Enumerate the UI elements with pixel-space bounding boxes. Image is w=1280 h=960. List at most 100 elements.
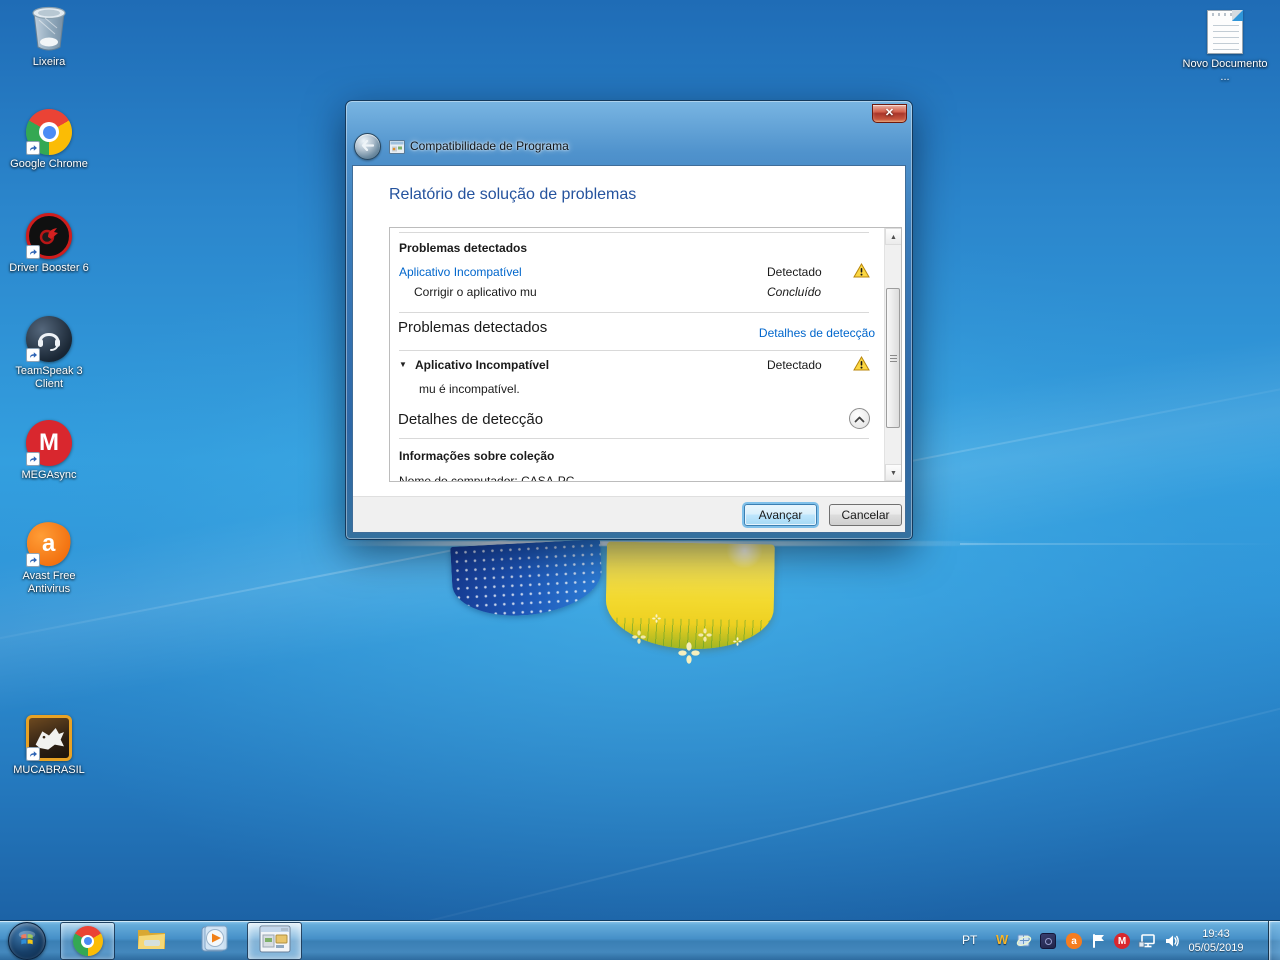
avast-tray-icon[interactable]: a xyxy=(1066,933,1082,949)
dialog-titlebar[interactable]: ✕ Compatibilidade de Programa xyxy=(346,101,912,165)
wallpaper-flower xyxy=(678,642,700,664)
scrollbar-grip xyxy=(890,355,897,362)
desktop-icon-novo-documento[interactable]: Novo Documento ... xyxy=(1180,8,1270,84)
desktop-icon-label: MUCABRASIL xyxy=(4,764,94,777)
language-indicator[interactable]: PT xyxy=(962,933,977,947)
tray-w-app-icon[interactable]: W xyxy=(996,932,1008,947)
mega-letter: M xyxy=(1118,936,1126,947)
chrome-icon xyxy=(73,926,103,956)
text-document-icon xyxy=(1207,10,1243,54)
scroll-up-button[interactable]: ▲ xyxy=(885,228,902,245)
avast-letter: a xyxy=(1071,936,1077,947)
dialog-body: Relatório de solução de problemas Proble… xyxy=(352,165,906,533)
details-section-header: Detalhes de detecção xyxy=(398,411,543,428)
show-desktop-button[interactable] xyxy=(1268,921,1280,960)
report-panel: Problemas detectados Aplicativo Incompat… xyxy=(389,227,902,482)
wallpaper-logo-glow xyxy=(960,543,1280,545)
cancelar-button[interactable]: Cancelar xyxy=(829,504,902,526)
desktop-icon-lixeira[interactable]: Lixeira xyxy=(4,6,94,69)
chevron-up-icon xyxy=(854,412,865,426)
report-divider xyxy=(399,232,869,233)
mega-tray-icon[interactable]: M xyxy=(1114,933,1130,949)
taskbar-button-compatibility-wizard[interactable] xyxy=(247,922,302,960)
tray-dark-app-icon[interactable] xyxy=(1040,933,1056,949)
desktop-icon-megasync[interactable]: M MEGAsync xyxy=(4,419,94,482)
warning-icon xyxy=(853,263,870,281)
problem-status: Detectado xyxy=(767,265,822,279)
wizard-window-icon xyxy=(259,925,291,958)
start-button[interactable] xyxy=(8,922,46,960)
problem-detail-label: Aplicativo Incompatível xyxy=(415,358,549,372)
desktop: Lixeira Google Chrome Driver Booster 6 xyxy=(0,0,1280,960)
taskbar-button-explorer[interactable] xyxy=(124,922,179,960)
report-divider xyxy=(399,312,869,313)
problem-link[interactable]: Aplicativo Incompatível xyxy=(399,265,522,279)
scroll-down-button[interactable]: ▼ xyxy=(885,464,902,481)
dialog-footer: Avançar Cancelar xyxy=(353,496,905,532)
taskbar-button-chrome[interactable] xyxy=(60,922,115,960)
desktop-icon-label: TeamSpeak 3 Client xyxy=(4,365,94,391)
desktop-icon-label: Driver Booster 6 xyxy=(4,262,94,275)
desktop-icon-label: Google Chrome xyxy=(4,158,94,171)
wallpaper-flower xyxy=(632,630,646,644)
problem-detail-status: Detectado xyxy=(767,358,822,372)
shortcut-arrow-icon xyxy=(26,553,40,567)
desktop-icon-label: MEGAsync xyxy=(4,469,94,482)
wallpaper-sparkle xyxy=(733,637,742,646)
desktop-icon-label: Novo Documento ... xyxy=(1180,58,1270,84)
clock-time: 19:43 xyxy=(1178,927,1254,941)
windows-update-tray-icon[interactable] xyxy=(1016,933,1032,949)
shortcut-arrow-icon xyxy=(26,452,40,466)
close-icon: ✕ xyxy=(885,107,894,119)
compatibility-dialog-window: ✕ Compatibilidade de Programa Relatório … xyxy=(345,100,913,540)
wallpaper-windows-logo-blue-pane xyxy=(450,539,604,619)
report-divider xyxy=(399,350,869,351)
dialog-title: Compatibilidade de Programa xyxy=(410,139,569,153)
wallpaper-windows-logo-yellow-pane xyxy=(605,542,775,651)
collection-info-header: Informações sobre coleção xyxy=(399,449,554,463)
taskbar: PT W a M xyxy=(0,920,1280,960)
avancar-button[interactable]: Avançar xyxy=(744,504,817,526)
compatibility-app-icon xyxy=(389,140,405,154)
desktop-icon-label: Avast Free Antivirus xyxy=(4,570,94,596)
desktop-icon-avast[interactable]: a Avast Free Antivirus xyxy=(4,520,94,596)
avast-letter: a xyxy=(42,530,55,558)
mega-letter: M xyxy=(39,429,59,457)
folder-icon xyxy=(136,926,168,957)
dialog-heading: Relatório de solução de problemas xyxy=(389,186,636,204)
problems-section-header: Problemas detectados xyxy=(398,319,547,336)
report-divider xyxy=(399,438,869,439)
action-center-flag-icon[interactable] xyxy=(1090,933,1106,949)
recycle-bin-icon xyxy=(27,4,71,57)
wallpaper-light-streak xyxy=(279,643,1280,959)
shortcut-arrow-icon xyxy=(26,141,40,155)
desktop-icon-label: Lixeira xyxy=(4,56,94,69)
report-scrollbar[interactable]: ▲ ▼ xyxy=(884,228,901,481)
desktop-icon-google-chrome[interactable]: Google Chrome xyxy=(4,108,94,171)
detection-details-link[interactable]: Detalhes de detecção xyxy=(759,326,875,340)
scrollbar-thumb[interactable] xyxy=(886,288,900,428)
back-arrow-icon xyxy=(361,138,374,156)
system-tray: PT W a M xyxy=(952,921,1268,960)
back-button[interactable] xyxy=(354,133,381,160)
computer-name-line: Nome do computador: CASA-PC xyxy=(399,474,574,482)
desktop-icon-mucabrasil[interactable]: MUCABRASIL xyxy=(4,714,94,777)
shortcut-arrow-icon xyxy=(26,245,40,259)
desktop-icon-driver-booster[interactable]: Driver Booster 6 xyxy=(4,212,94,275)
fix-step-status: Concluído xyxy=(767,285,821,299)
taskbar-clock[interactable]: 19:43 05/05/2019 xyxy=(1178,927,1254,955)
shortcut-arrow-icon xyxy=(26,348,40,362)
network-tray-icon[interactable] xyxy=(1138,933,1156,954)
warning-icon xyxy=(853,356,870,374)
wallpaper-sparkle xyxy=(652,614,661,623)
desktop-icon-teamspeak[interactable]: TeamSpeak 3 Client xyxy=(4,315,94,391)
collapse-triangle-icon[interactable]: ▼ xyxy=(399,360,407,369)
report-section-header: Problemas detectados xyxy=(399,241,527,255)
collapse-section-button[interactable] xyxy=(849,408,870,429)
media-player-icon xyxy=(199,924,229,959)
taskbar-button-media-player[interactable] xyxy=(186,922,241,960)
clock-date: 05/05/2019 xyxy=(1178,941,1254,955)
wallpaper-flower xyxy=(698,628,712,642)
close-button[interactable]: ✕ xyxy=(872,104,907,123)
fix-step-label: Corrigir o aplicativo mu xyxy=(414,285,537,299)
